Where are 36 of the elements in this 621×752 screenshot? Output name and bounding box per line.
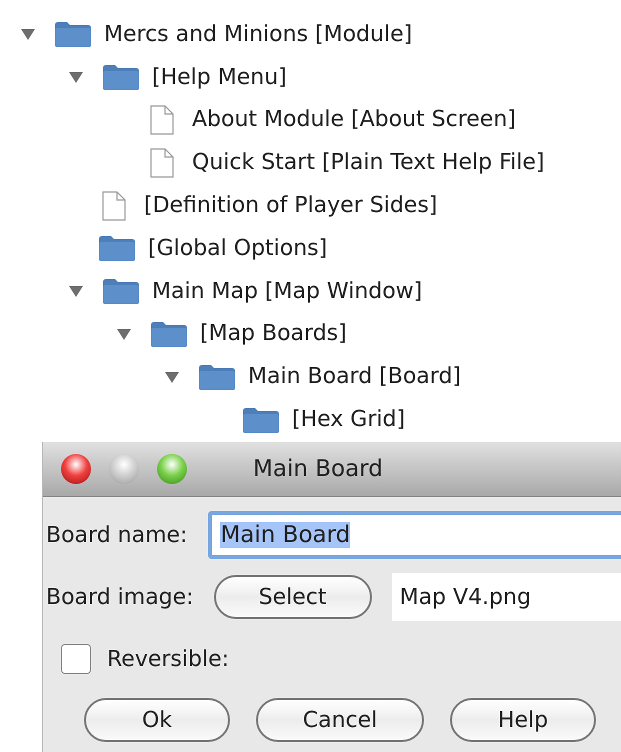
field-value: Main Board <box>220 522 350 548</box>
checkbox[interactable] <box>61 644 91 674</box>
tree-item[interactable]: About Module [About Screen] <box>192 107 516 132</box>
folder-icon <box>198 362 236 391</box>
input-field[interactable]: Map V4.png <box>392 573 621 621</box>
folder-icon <box>150 320 188 348</box>
field-label: Board name: <box>46 522 188 548</box>
folder-icon <box>54 20 92 48</box>
tree-item[interactable]: [Definition of Player Sides] <box>144 193 438 218</box>
tree-item[interactable]: Main Map [Map Window] <box>152 278 422 304</box>
collapse-triangle-icon[interactable] <box>68 69 84 86</box>
tree-item[interactable]: Quick Start [Plain Text Help File] <box>192 150 544 176</box>
folder-icon <box>242 406 280 434</box>
tree-item[interactable]: [Map Boards] <box>200 321 347 346</box>
tree-item[interactable]: [Help Menu] <box>152 64 287 90</box>
select-button[interactable]: Select <box>214 575 372 619</box>
folder-icon <box>102 63 140 92</box>
collapse-triangle-icon[interactable] <box>68 283 84 300</box>
collapse-triangle-icon[interactable] <box>20 26 36 42</box>
field-label: Board image: <box>46 584 194 610</box>
window-title: Main Board <box>253 456 383 482</box>
tree-item[interactable]: [Hex Grid] <box>292 407 406 432</box>
tree-item[interactable]: Mercs and Minions [Module] <box>104 22 412 47</box>
dialog-button[interactable]: Ok <box>84 698 230 742</box>
folder-icon <box>102 277 140 306</box>
folder-icon <box>98 234 136 262</box>
dialog-button[interactable]: Cancel <box>256 698 424 742</box>
document-icon <box>150 104 174 135</box>
checkbox-label: Reversible: <box>107 646 230 672</box>
document-icon <box>102 190 126 221</box>
document-icon <box>150 148 174 178</box>
tree-item[interactable]: Main Board [Board] <box>248 364 461 390</box>
dialog-button[interactable]: Help <box>450 698 596 742</box>
tree-item[interactable]: [Global Options] <box>148 236 328 261</box>
input-field[interactable]: Main Board <box>208 511 621 559</box>
close-icon[interactable] <box>61 454 91 484</box>
